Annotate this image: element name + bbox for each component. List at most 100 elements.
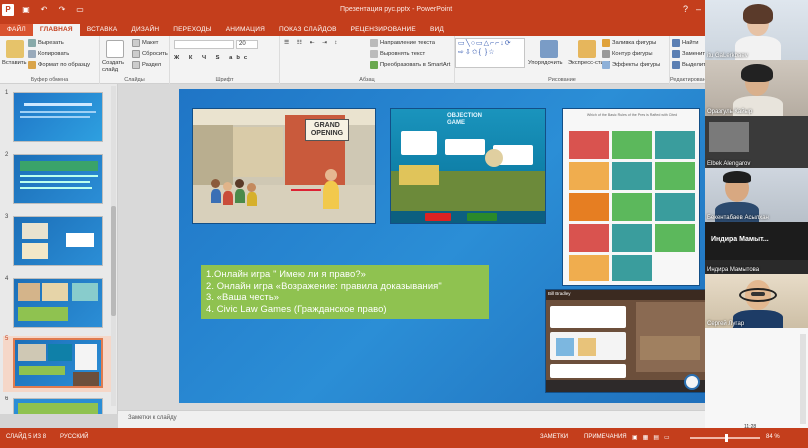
comments-toggle[interactable]: ПРИМЕЧАНИЯ — [584, 434, 627, 440]
replace-button[interactable]: Заменить — [672, 50, 708, 58]
slide-thumbnail-4[interactable]: 4 — [3, 276, 113, 330]
participant-tile-6[interactable]: Индира Мамытова — [705, 260, 808, 274]
tab-view[interactable]: ВИД — [423, 24, 451, 36]
participant-tile-5[interactable]: Индира Мамыт... — [705, 222, 808, 260]
undo-icon[interactable]: ↶ — [38, 4, 50, 16]
crowd-figures — [211, 179, 281, 209]
font-size-field[interactable]: 20 — [236, 40, 258, 49]
section-button[interactable]: Раздел — [132, 61, 161, 69]
slides-group-label: Слайды — [124, 77, 145, 83]
scrollbar-thumb[interactable] — [111, 206, 116, 316]
cut-button[interactable]: Вырезать — [28, 39, 64, 47]
arrange-icon — [540, 40, 558, 58]
participant-name: Индира Мамытова — [707, 267, 760, 273]
slide-thumbnail-6[interactable]: 6 — [3, 396, 113, 414]
select-button[interactable]: Выделить — [672, 61, 709, 69]
game-screenshot-objection[interactable]: OBJECTION GAME — [390, 108, 546, 224]
slide-counter: СЛАЙД 5 ИЗ 8 — [6, 434, 47, 440]
thumb-preview — [13, 216, 103, 266]
fill-icon — [602, 39, 610, 47]
thumb-preview — [13, 278, 103, 328]
tab-home[interactable]: ГЛАВНАЯ — [32, 24, 80, 36]
layout-button[interactable]: Макет — [132, 39, 158, 47]
quick-styles-icon — [578, 40, 596, 58]
game-screenshot-civic-law[interactable]: Which of the Basic Rules of the Pres is … — [562, 108, 700, 286]
find-button[interactable]: Найти — [672, 39, 699, 47]
find-icon — [672, 39, 680, 47]
paste-icon — [6, 40, 24, 58]
font-name-field[interactable] — [174, 40, 234, 49]
participant-tile-3[interactable]: Elbek Alengarov — [705, 116, 808, 168]
civic-law-tiles — [569, 131, 695, 281]
new-slide-button[interactable]: Создать слайд — [102, 60, 128, 74]
tab-design[interactable]: ДИЗАЙН — [124, 24, 166, 36]
shape-effects-button[interactable]: Эффекты фигуры — [602, 61, 660, 69]
drawing-group-label: Рисование — [548, 77, 576, 83]
notes-toggle[interactable]: ЗАМЕТКИ — [540, 434, 568, 440]
notes-pane[interactable]: Заметки к слайду — [118, 410, 705, 428]
tab-slideshow[interactable]: ПОКАЗ СЛАЙДОВ — [272, 24, 344, 36]
text-direction-button[interactable]: Направление текста — [370, 39, 435, 47]
current-slide[interactable]: GRAND OPENING OBJECTION GAME Which of th… — [179, 89, 735, 403]
smartart-button[interactable]: Преобразовать в SmartArt — [370, 61, 450, 69]
group-slides: Создать слайд Макет Сбросить Раздел Слай… — [100, 36, 170, 84]
font-group-label: Шрифт — [215, 77, 234, 83]
copy-button[interactable]: Копировать — [28, 50, 69, 58]
section-icon — [132, 61, 140, 69]
participant-tile-4[interactable]: Бекентабаев Асылхан — [705, 168, 808, 222]
games-list-item-2: 2. Онлайн игра «Возражение: правила дока… — [206, 279, 442, 291]
tab-insert[interactable]: ВСТАВКА — [80, 24, 125, 36]
slide-thumbnails-panel: 1 2 3 4 5 6 — [0, 84, 118, 414]
paste-button[interactable]: Вставить — [2, 60, 27, 66]
participant-name: Elbek Alengarov — [707, 161, 751, 167]
slide-thumbnail-1[interactable]: 1 — [3, 90, 113, 144]
participant-tile-2[interactable]: Оразгуль Кайыр — [705, 60, 808, 116]
tab-transitions[interactable]: ПЕРЕХОДЫ — [166, 24, 218, 36]
scissors-icon — [28, 39, 36, 47]
slide-thumbnail-5[interactable]: 5 — [3, 336, 113, 392]
game-screenshot-courtroom[interactable]: Bill Bradley — [545, 289, 709, 393]
thumb-preview — [13, 398, 103, 414]
language-indicator[interactable]: РУССКИЙ — [60, 434, 88, 440]
help-icon[interactable]: ? — [683, 4, 688, 14]
tab-review[interactable]: РЕЦЕНЗИРОВАНИЕ — [344, 24, 423, 36]
shape-fill-button[interactable]: Заливка фигуры — [602, 39, 656, 47]
participant-name-centered: Индира Мамыт... — [711, 236, 769, 243]
font-format-buttons[interactable]: Ж К Ч S abc — [174, 55, 251, 61]
tab-animations[interactable]: АНИМАЦИЯ — [219, 24, 272, 36]
redo-icon[interactable]: ↷ — [56, 4, 68, 16]
slide-thumbnail-3[interactable]: 3 — [3, 214, 113, 268]
zoom-slider-knob[interactable] — [725, 434, 728, 442]
smartart-icon — [370, 61, 378, 69]
group-editing: Найти Заменить Выделить Редактирование — [670, 36, 712, 84]
present-icon[interactable]: ▭ — [74, 4, 86, 16]
games-list-textbox[interactable]: 1.Онлайн игра " Имею ли я право?» 2. Онл… — [201, 265, 489, 319]
slide-thumbnail-2[interactable]: 2 — [3, 152, 113, 206]
align-text-icon — [370, 50, 378, 58]
list-buttons[interactable]: ☰ ☷ ⇤ ⇥ ↕ — [284, 40, 340, 46]
participant-tile-1[interactable]: itu GaLerkbaev — [705, 0, 808, 60]
thumbnails-scrollbar[interactable] — [111, 86, 116, 406]
text-direction-icon — [370, 39, 378, 47]
new-slide-icon — [106, 40, 124, 58]
clock: 11:28 — [744, 424, 757, 430]
chat-area — [705, 328, 808, 428]
view-buttons[interactable]: ▣▦▤▭ — [632, 434, 675, 441]
format-painter-button[interactable]: Формат по образцу — [28, 61, 90, 69]
participant-name: Бекентабаев Асылхан — [707, 215, 769, 221]
participant-tile-7[interactable]: Сергей Лугар — [705, 274, 808, 328]
zoom-level[interactable]: 84 % — [766, 434, 780, 440]
shape-outline-button[interactable]: Контур фигуры — [602, 50, 653, 58]
tab-file[interactable]: ФАЙЛ — [0, 24, 33, 36]
reset-button[interactable]: Сбросить — [132, 50, 168, 58]
align-text-button[interactable]: Выровнять текст — [370, 50, 425, 58]
ribbon: Вставить Вырезать Копировать Формат по о… — [0, 36, 712, 84]
minimize-icon[interactable]: – — [696, 4, 701, 14]
save-icon[interactable]: ▣ — [20, 4, 32, 16]
game-screenshot-grand-opening[interactable]: GRAND OPENING — [192, 108, 376, 224]
slide-editor: GRAND OPENING OBJECTION GAME Which of th… — [118, 84, 735, 410]
arrange-button[interactable]: Упорядочить — [528, 60, 563, 66]
layout-icon — [132, 39, 140, 47]
participant-name: itu GaLerkbaev — [707, 53, 748, 59]
shapes-gallery[interactable]: ▭╲○▭△⌐⌐↓⟳ ⇨⇩✩{ }☆ — [455, 38, 525, 68]
